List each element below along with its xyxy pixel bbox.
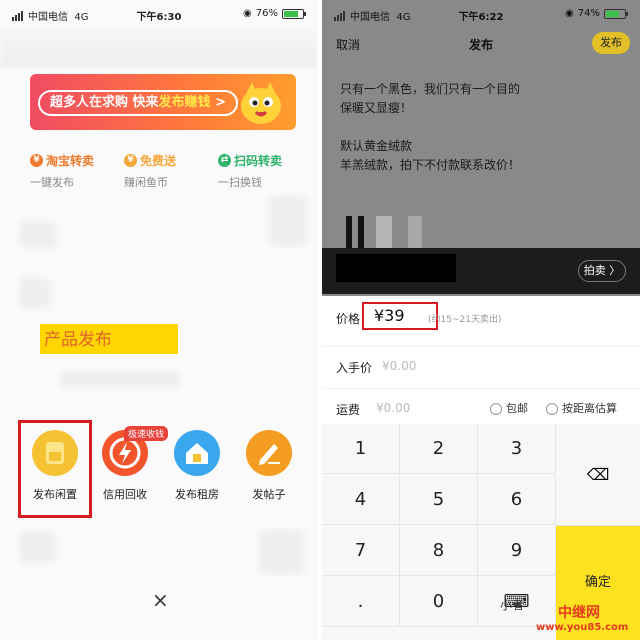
- shortcut-free-give[interactable]: ¥ 免费送 赚闲鱼币: [124, 152, 202, 202]
- price-hint: (约15~21天卖出): [428, 315, 502, 325]
- battery-percent: 74%: [577, 8, 600, 19]
- publish-rental-button[interactable]: 发布租房: [162, 424, 232, 502]
- blurred-content: [270, 196, 306, 246]
- key-9[interactable]: 9: [478, 526, 556, 576]
- price-input[interactable]: ¥39: [374, 306, 405, 325]
- post-topic-button[interactable]: 发帖子: [234, 424, 304, 502]
- free-shipping-radio[interactable]: 包邮: [490, 400, 528, 416]
- product-publish-label: 产品发布: [40, 324, 178, 354]
- battery-icon: [604, 8, 628, 19]
- item-description[interactable]: 只有一个黑色，我们只有一个目的 保暖又显瘦！ 默认黄金绒款 羊羔绒款，拍下不付款…: [340, 80, 520, 175]
- photo-thumbnails[interactable]: [336, 212, 436, 248]
- key-3[interactable]: 3: [478, 424, 556, 474]
- cost-label: 入手价: [336, 361, 373, 375]
- blurred-content: [20, 532, 56, 562]
- key-5[interactable]: 5: [400, 475, 478, 525]
- redacted-block: [336, 254, 456, 282]
- shipping-label: 运费: [336, 403, 361, 417]
- dimmed-compose-area: 中国电信 4G 下午6:22 ◉ 74% 取消 发布 发布 只有一个黑色，我们只…: [322, 0, 640, 296]
- pencil-icon: [246, 430, 292, 476]
- auction-bar: 拍卖 〉: [322, 248, 640, 294]
- shipping-input[interactable]: ¥0.00: [376, 401, 410, 415]
- blurred-content: [260, 530, 304, 574]
- right-phone-screen: 中国电信 4G 下午6:22 ◉ 74% 取消 发布 发布 只有一个黑色，我们只…: [322, 0, 640, 640]
- key-dot[interactable]: .: [322, 577, 400, 627]
- key-8[interactable]: 8: [400, 526, 478, 576]
- distance-shipping-radio[interactable]: 按距离估算: [546, 400, 617, 416]
- auction-button[interactable]: 拍卖 〉: [578, 260, 626, 282]
- coin-icon: ¥: [124, 154, 137, 167]
- battery-percent: 76%: [255, 8, 278, 19]
- radio-icon: [490, 403, 502, 415]
- shortcut-scan-resell[interactable]: ⇄ 扫码转卖 一扫换钱: [218, 152, 296, 202]
- status-bar: 中国电信 4G 下午6:30 ◉ 76%: [0, 8, 318, 24]
- blurred-header: [0, 28, 318, 68]
- nav-bar: 取消 发布 发布: [322, 32, 640, 54]
- rotation-lock-icon: ◉: [565, 8, 574, 19]
- key-2[interactable]: 2: [400, 424, 478, 474]
- rotation-lock-icon: ◉: [243, 8, 252, 19]
- key-0[interactable]: 0: [400, 577, 478, 627]
- shortcut-taobao-resell[interactable]: ¥ 淘宝转卖 一键发布: [30, 152, 108, 202]
- blurred-content: [60, 372, 180, 386]
- battery-icon: [282, 8, 306, 19]
- yuan-icon: ¥: [30, 154, 43, 167]
- house-icon: [174, 430, 220, 476]
- key-4[interactable]: 4: [322, 475, 400, 525]
- cost-row[interactable]: 入手价 ¥0.00: [322, 346, 640, 386]
- highlight-box: [18, 420, 92, 518]
- scan-icon: ⇄: [218, 154, 231, 167]
- cost-input[interactable]: ¥0.00: [382, 359, 416, 373]
- key-1[interactable]: 1: [322, 424, 400, 474]
- key-7[interactable]: 7: [322, 526, 400, 576]
- fast-cash-badge: 极速收钱: [124, 426, 169, 441]
- price-label: 价格: [336, 312, 361, 326]
- key-6[interactable]: 6: [478, 475, 556, 525]
- publish-button[interactable]: 发布: [592, 32, 630, 54]
- blurred-content: [20, 278, 50, 308]
- status-bar: 中国电信 4G 下午6:22 ◉ 74%: [322, 8, 640, 24]
- backspace-icon[interactable]: ⌫: [556, 424, 640, 526]
- promo-banner[interactable]: 超多人在求购 快来发布赚钱 >: [30, 74, 296, 130]
- watermark-logo: 中继网: [558, 605, 600, 621]
- radio-icon: [546, 403, 558, 415]
- banner-highlight: 发布赚钱: [158, 95, 211, 110]
- watermark-text: 小者: [500, 598, 525, 612]
- shortcut-row: ¥ 淘宝转卖 一键发布 ¥ 免费送 赚闲鱼币 ⇄ 扫码转卖 一扫换钱: [30, 152, 296, 202]
- left-phone-screen: 中国电信 4G 下午6:30 ◉ 76% 超多人在求购 快来发布赚钱 > ¥ 淘宝…: [0, 0, 318, 640]
- banner-text: 超多人在求购 快来: [50, 95, 159, 110]
- mascot-icon: [241, 82, 281, 124]
- watermark-url: www.you85.com: [536, 622, 629, 633]
- close-icon[interactable]: ×: [152, 588, 169, 612]
- blurred-content: [20, 222, 56, 248]
